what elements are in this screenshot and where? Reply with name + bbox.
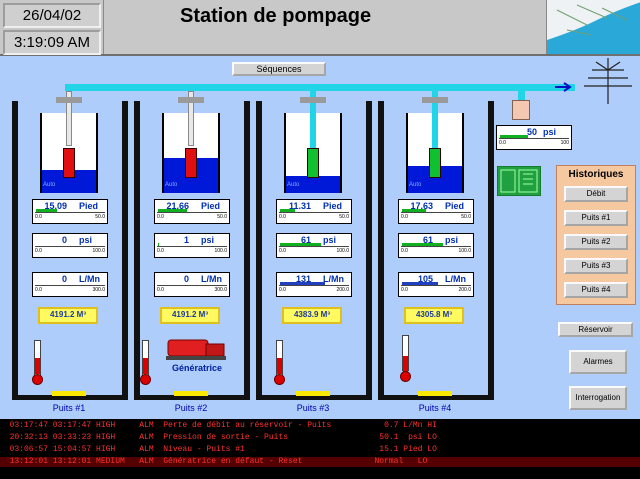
total-volume-display: 4191.2 M³ xyxy=(160,307,220,324)
auto-label: Auto xyxy=(409,182,422,188)
well-left-wall xyxy=(256,101,262,399)
pump-running[interactable] xyxy=(307,148,319,178)
output-pump-body xyxy=(512,100,530,120)
level-unit: Pied xyxy=(79,201,99,211)
thermometer-bulb xyxy=(400,371,411,382)
flow-unit: L/Mn xyxy=(445,274,466,284)
flow-unit: L/Mn xyxy=(323,274,344,284)
pressure-meter: 61 psi 0.0 100.0 xyxy=(276,233,352,258)
well-name[interactable]: Puits #4 xyxy=(390,403,480,413)
auto-label: Auto xyxy=(165,182,178,188)
thermometer-bulb xyxy=(140,374,151,385)
sequences-button[interactable]: Séquences xyxy=(232,62,326,76)
pressure-value: 0 xyxy=(61,235,67,245)
time-display: 3:19:09 AM xyxy=(3,30,101,55)
level-unit: Pied xyxy=(445,201,465,211)
thermometer-fill xyxy=(35,358,40,374)
flow-meter: 0 L/Mn 0.0 300.0 xyxy=(32,272,108,297)
flow-meter: 105 L/Mn 0.0 200.0 xyxy=(398,272,474,297)
well-left-wall xyxy=(134,101,140,399)
historiques-panel: Historiques Débit Puits #1 Puits #2 Puits #… xyxy=(556,165,636,305)
auto-label: Auto xyxy=(43,182,56,188)
pressure-unit: psi xyxy=(201,235,215,245)
pressure-unit: psi xyxy=(445,235,459,245)
historique-button-4[interactable]: Puits #4 xyxy=(564,282,628,298)
flow-unit: L/Mn xyxy=(201,274,222,284)
historique-button-0[interactable]: Débit xyxy=(564,186,628,202)
interrogation-button[interactable]: Interrogation xyxy=(569,386,627,410)
pressure-meter: 1 psi 0.0 100.0 xyxy=(154,233,230,258)
flow-unit: L/Mn xyxy=(79,274,100,284)
pressure-unit: psi xyxy=(323,235,337,245)
total-volume-display: 4383.9 M³ xyxy=(282,307,342,324)
pressure-meter: 0 psi 0.0 100.0 xyxy=(32,233,108,258)
pipe-head xyxy=(300,97,326,103)
thermometer-bulb xyxy=(32,374,43,385)
well-right-wall xyxy=(488,101,494,399)
level-meter: 17.63 Pied 0.0 50.0 xyxy=(398,199,474,224)
flow-value: 0 xyxy=(183,274,189,284)
flow-meter: 131 L/Mn 0.0 200.0 xyxy=(276,272,352,297)
well-name[interactable]: Puits #3 xyxy=(268,403,358,413)
output-pressure-unit: psi xyxy=(543,127,557,137)
alarmes-button[interactable]: Alarmes xyxy=(569,350,627,374)
well-right-wall xyxy=(122,101,128,399)
total-volume-display: 4305.8 M³ xyxy=(404,307,464,324)
generator-icon[interactable] xyxy=(166,336,228,362)
alarm-banner: 03:17:47 03:17:47 HIGH ALM Perte de débi… xyxy=(0,419,640,479)
level-meter: 11.31 Pied 0.0 50.0 xyxy=(276,199,352,224)
alarm-row[interactable]: 20:32:13 03:33:23 HIGH ALM Pression de s… xyxy=(0,433,640,443)
pump-stopped[interactable] xyxy=(63,148,75,178)
map-image xyxy=(547,0,640,54)
well-right-wall xyxy=(244,101,250,399)
date-display: 26/04/02 xyxy=(3,3,101,28)
level-meter: 21.66 Pied 0.0 50.0 xyxy=(154,199,230,224)
pressure-meter: 61 psi 0.0 100.0 xyxy=(398,233,474,258)
well-bottom-sensor xyxy=(174,391,208,396)
thermometer-fill xyxy=(143,358,148,374)
historique-button-2[interactable]: Puits #2 xyxy=(564,234,628,250)
thermometer-fill xyxy=(277,358,282,374)
antenna-icon xyxy=(584,58,632,104)
alarm-row[interactable]: 03:17:47 03:17:47 HIGH ALM Perte de débi… xyxy=(0,421,640,431)
level-meter: 15.09 Pied 0.0 50.0 xyxy=(32,199,108,224)
thermometer-bulb xyxy=(274,374,285,385)
flow-value: 0 xyxy=(61,274,67,284)
flow-arrow-icon xyxy=(555,82,572,92)
pressure-unit: psi xyxy=(79,235,93,245)
historique-button-3[interactable]: Puits #3 xyxy=(564,258,628,274)
control-panel-icon[interactable] xyxy=(497,166,541,196)
well-name[interactable]: Puits #1 xyxy=(24,403,114,413)
thermometer-fill xyxy=(403,356,408,372)
well-name[interactable]: Puits #2 xyxy=(146,403,236,413)
page-title-area: Station de pompage xyxy=(103,0,543,54)
historiques-title: Historiques xyxy=(568,169,624,180)
output-pressure-meter: 50 psi 0.0 100 xyxy=(496,125,572,150)
flow-meter: 0 L/Mn 0.0 300.0 xyxy=(154,272,230,297)
map-thumbnail[interactable] xyxy=(546,0,640,54)
well-bottom-sensor xyxy=(296,391,330,396)
level-unit: Pied xyxy=(201,201,221,211)
well-left-wall xyxy=(378,101,384,399)
pipe-head xyxy=(56,97,82,103)
main-pipe xyxy=(65,84,575,91)
pipe-head xyxy=(178,97,204,103)
well-bottom-sensor xyxy=(52,391,86,396)
well-bottom-sensor xyxy=(418,391,452,396)
pressure-value: 1 xyxy=(183,235,189,245)
alarm-row[interactable]: 13:12:01 13:12:01 MEDIUM ALM Génératrice… xyxy=(0,457,640,467)
pump-running[interactable] xyxy=(429,148,441,178)
pipe-head xyxy=(422,97,448,103)
level-unit: Pied xyxy=(323,201,343,211)
auto-label: Auto xyxy=(287,182,300,188)
historique-button-1[interactable]: Puits #1 xyxy=(564,210,628,226)
page-title: Station de pompage xyxy=(180,5,372,27)
generatrice-label: Génératrice xyxy=(171,363,223,373)
well-right-wall xyxy=(366,101,372,399)
well-left-wall xyxy=(12,101,18,399)
pump-stopped[interactable] xyxy=(185,148,197,178)
reservoir-button[interactable]: Réservoir xyxy=(558,322,633,337)
total-volume-display: 4191.2 M³ xyxy=(38,307,98,324)
alarm-row[interactable]: 03:06:57 15:04:57 HIGH ALM Niveau - Puit… xyxy=(0,445,640,455)
